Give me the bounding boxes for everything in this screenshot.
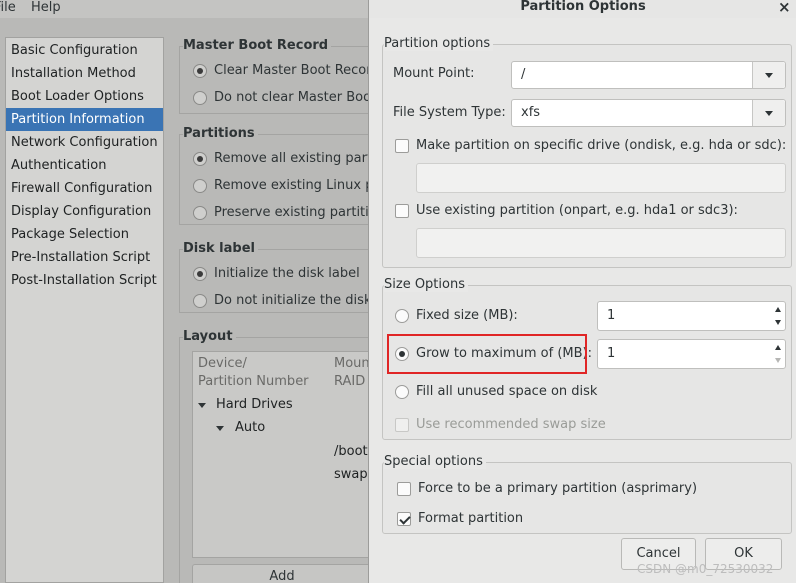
fs-type-combo[interactable]: xfs	[511, 99, 786, 127]
fixed-size-label: Fixed size (MB):	[416, 308, 518, 323]
fill-unused-label: Fill all unused space on disk	[416, 384, 598, 399]
mount-point-dropdown-button[interactable]	[752, 62, 785, 88]
grow-to-max-spinbox[interactable]: 1	[597, 339, 786, 369]
partitions-title: Partitions	[183, 126, 258, 141]
fs-type-label: File System Type:	[393, 105, 506, 120]
partitions-remove-linux-label: Remove existing Linux partitions	[214, 178, 368, 193]
sidebar-item-package-selection[interactable]: Package Selection	[6, 223, 163, 246]
sidebar-item-post-installation-script[interactable]: Post-Installation Script	[6, 269, 163, 292]
partitions-remove-all-radio[interactable]	[193, 152, 207, 166]
asprimary-checkbox[interactable]	[397, 482, 411, 496]
sidebar-item-partition-information[interactable]: Partition Information	[6, 108, 163, 131]
chevron-down-icon	[765, 111, 773, 116]
mbr-clear-label: Clear Master Boot Record	[214, 63, 368, 78]
dialog-title: Partition Options	[520, 0, 646, 14]
ondisk-input[interactable]	[416, 163, 786, 193]
sidebar-item-pre-installation-script[interactable]: Pre-Installation Script	[6, 246, 163, 269]
menu-help[interactable]: Help	[31, 0, 61, 15]
asprimary-label: Force to be a primary partition (asprima…	[418, 481, 698, 496]
col-mount-line2: RAID	[334, 374, 366, 389]
add-button[interactable]: Add	[192, 564, 372, 583]
layout-title: Layout	[183, 329, 236, 344]
partitions-remove-linux-radio[interactable]	[193, 179, 207, 193]
dialog-titlebar: Partition Options ×	[369, 0, 796, 18]
onpart-checkbox[interactable]	[395, 204, 409, 218]
menubar: File Help	[0, 0, 370, 18]
menu-file[interactable]: File	[0, 0, 16, 15]
recommended-swap-label: Use recommended swap size	[416, 417, 606, 432]
expander-hard-drives-icon[interactable]	[198, 403, 206, 408]
spin-up-icon[interactable]	[774, 303, 784, 316]
sidebar-item-display-configuration[interactable]: Display Configuration	[6, 200, 163, 223]
disk-label-noinit-radio[interactable]	[193, 294, 207, 308]
disk-label-title: Disk label	[183, 241, 258, 256]
disk-label-noinit-label: Do not initialize the disk label	[214, 293, 368, 308]
mbr-keep-radio[interactable]	[193, 91, 207, 105]
sidebar-item-network-configuration[interactable]: Network Configuration	[6, 131, 163, 154]
col-device-line1: Device/	[198, 356, 247, 371]
sidebar-item-firewall-configuration[interactable]: Firewall Configuration	[6, 177, 163, 200]
close-icon[interactable]: ×	[778, 0, 791, 16]
spin-down-icon[interactable]	[774, 355, 784, 368]
sidebar: Basic Configuration Installation Method …	[5, 37, 164, 583]
sidebar-item-authentication[interactable]: Authentication	[6, 154, 163, 177]
ondisk-label: Make partition on specific drive (ondisk…	[416, 138, 787, 153]
spin-down-icon[interactable]	[774, 317, 784, 330]
fill-unused-radio[interactable]	[395, 385, 409, 399]
sidebar-item-boot-loader-options[interactable]: Boot Loader Options	[6, 85, 163, 108]
fixed-size-value: 1	[607, 308, 616, 323]
recommended-swap-checkbox[interactable]	[395, 418, 409, 432]
special-options-title: Special options	[384, 454, 486, 469]
mount-point-combo[interactable]: /	[511, 61, 786, 89]
partitions-remove-all-label: Remove all existing partitions	[214, 151, 368, 166]
fixed-size-radio[interactable]	[395, 309, 409, 323]
watermark: CSDN @m0_72530032	[637, 562, 774, 576]
grow-to-max-value: 1	[607, 346, 616, 361]
chevron-down-icon	[765, 73, 773, 78]
tree-auto[interactable]: Auto	[235, 420, 265, 435]
disk-label-init-radio[interactable]	[193, 267, 207, 281]
highlight-annotation	[387, 334, 587, 374]
mbr-clear-radio[interactable]	[193, 64, 207, 78]
sidebar-item-installation-method[interactable]: Installation Method	[6, 62, 163, 85]
sidebar-item-basic-configuration[interactable]: Basic Configuration	[6, 39, 163, 62]
mount-point-label: Mount Point:	[393, 66, 475, 81]
partitions-preserve-radio[interactable]	[193, 206, 207, 220]
tree-mount-swap[interactable]: swap	[334, 467, 368, 482]
mbr-title: Master Boot Record	[183, 38, 332, 53]
layout-tree[interactable]: Device/ Partition Number Mount Point/ RA…	[192, 351, 416, 558]
main-window: File Help Basic Configuration Installati…	[0, 0, 416, 583]
partition-options-title: Partition options	[384, 36, 494, 51]
disk-label-init-label: Initialize the disk label	[214, 266, 360, 281]
mbr-keep-label: Do not clear Master Boot Record	[214, 90, 368, 105]
fs-type-dropdown-button[interactable]	[752, 100, 785, 126]
expander-auto-icon[interactable]	[216, 426, 224, 431]
size-options-title: Size Options	[384, 277, 468, 292]
spin-up-icon[interactable]	[774, 341, 784, 354]
format-partition-label: Format partition	[418, 511, 524, 526]
onpart-label: Use existing partition (onpart, e.g. hda…	[416, 203, 738, 218]
tree-hard-drives[interactable]: Hard Drives	[216, 397, 293, 412]
onpart-input[interactable]	[416, 228, 786, 258]
tree-mount-boot[interactable]: /boot	[334, 444, 368, 459]
format-partition-checkbox[interactable]	[397, 512, 411, 526]
fs-type-value: xfs	[521, 105, 541, 120]
partitions-preserve-label: Preserve existing partitions	[214, 205, 368, 220]
col-device-line2: Partition Number	[198, 374, 309, 389]
ondisk-checkbox[interactable]	[395, 139, 409, 153]
mount-point-value: /	[521, 67, 526, 82]
fixed-size-spinbox[interactable]: 1	[597, 301, 786, 331]
